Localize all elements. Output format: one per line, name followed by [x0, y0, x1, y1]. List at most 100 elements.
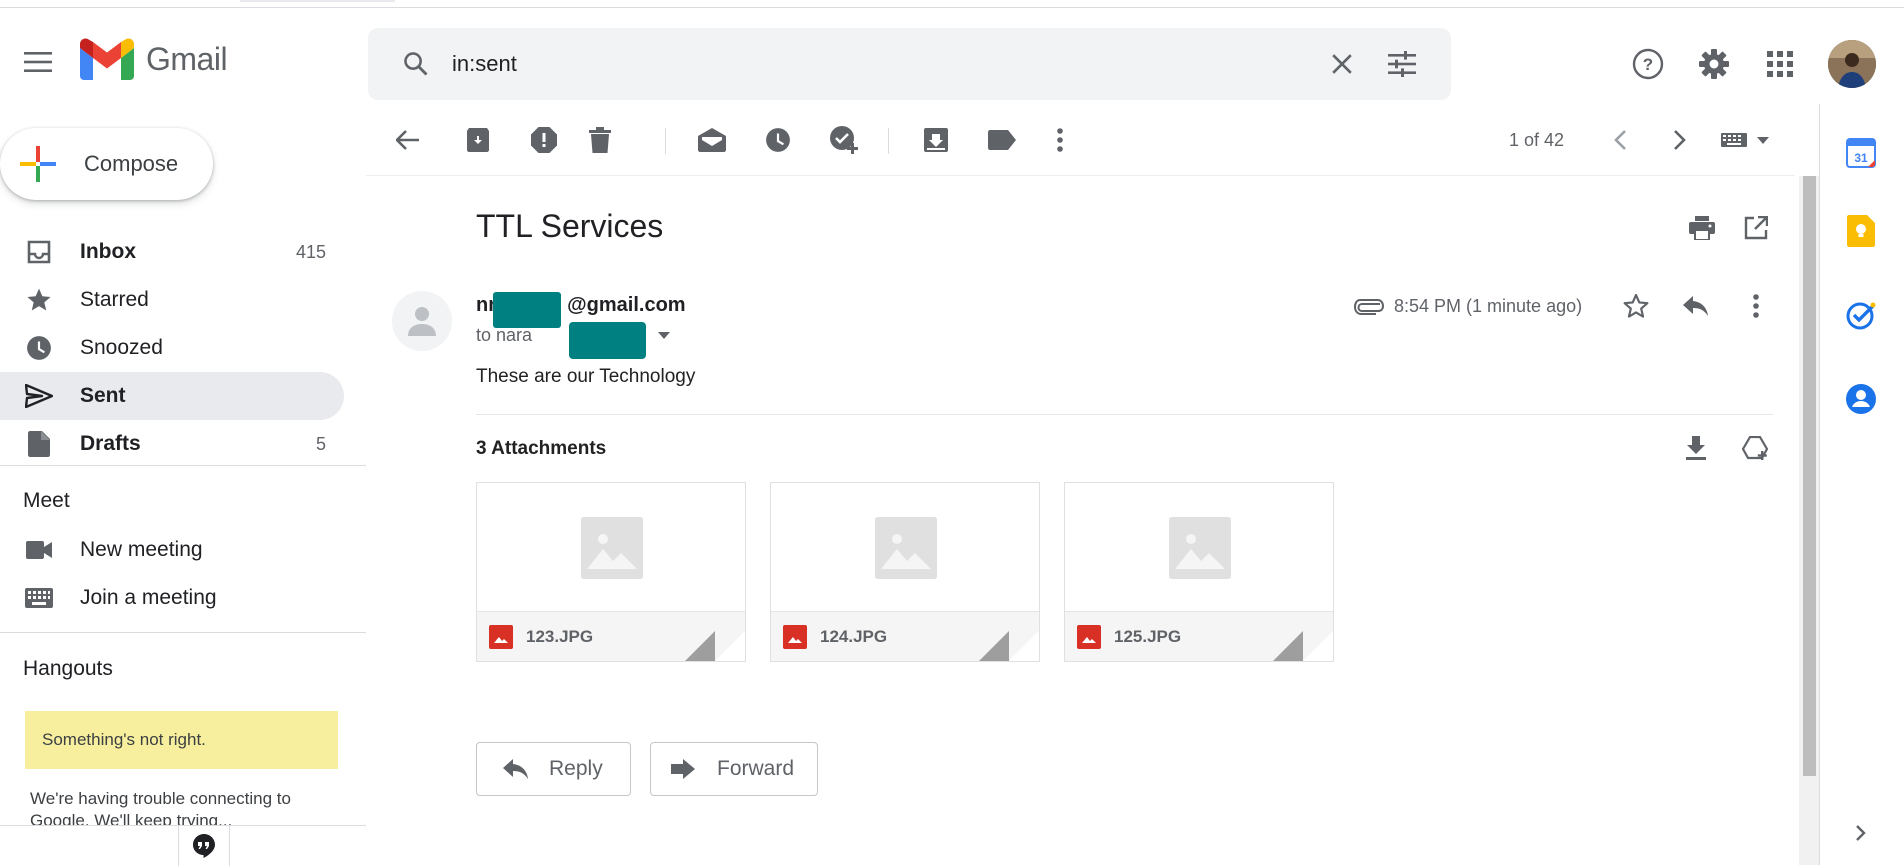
browser-top-strip: [0, 0, 1904, 8]
page-curl: [979, 631, 1009, 661]
back-arrow-icon[interactable]: [384, 116, 432, 164]
nav-item-snoozed[interactable]: Snoozed: [0, 324, 344, 372]
reply-arrow-icon: [503, 756, 529, 782]
reply-arrow-icon[interactable]: [1672, 282, 1720, 330]
attachments-title: 3 Attachments: [476, 438, 607, 459]
forward-arrow-icon: [671, 756, 697, 782]
sender-avatar[interactable]: [392, 291, 452, 351]
redaction-mark: [569, 322, 646, 359]
google-keep-icon[interactable]: [1840, 210, 1882, 252]
add-to-tasks-icon[interactable]: [820, 116, 868, 164]
forward-label: Forward: [717, 757, 795, 780]
image-placeholder-icon: [581, 517, 643, 579]
archive-icon[interactable]: [454, 116, 502, 164]
clock-icon: [24, 333, 54, 363]
attachment-card[interactable]: 123.JPG: [476, 482, 746, 662]
search-icon[interactable]: [392, 40, 440, 88]
compose-label: Compose: [84, 151, 179, 176]
main-menu-icon[interactable]: [14, 38, 62, 86]
scrollbar-thumb[interactable]: [1803, 176, 1816, 776]
video-camera-icon: [24, 535, 54, 565]
page-curl-corner: [715, 631, 745, 661]
hangouts-footer: [0, 825, 366, 866]
keyboard-icon: [24, 583, 54, 613]
image-file-icon: [1077, 625, 1101, 649]
message-body: These are our Technology: [476, 366, 696, 387]
help-icon[interactable]: ?: [1624, 40, 1672, 88]
search-bar: [368, 28, 1451, 100]
nav-label-sent: Sent: [80, 384, 126, 407]
svg-text:?: ?: [1643, 55, 1653, 74]
join-meeting-label: Join a meeting: [80, 586, 217, 609]
compose-button[interactable]: Compose: [0, 128, 213, 200]
toolbar-separator: [665, 128, 666, 154]
recipient-line: to nara: [476, 325, 533, 345]
input-tools-keyboard-icon[interactable]: [1710, 116, 1782, 164]
more-options-icon[interactable]: [1036, 116, 1084, 164]
hangouts-warning-banner: Something's not right.: [25, 711, 338, 769]
google-calendar-icon[interactable]: 31: [1840, 132, 1882, 174]
image-file-icon: [783, 625, 807, 649]
message-toolbar: 1 of 42: [366, 104, 1795, 176]
nav-item-starred[interactable]: Starred: [0, 276, 344, 324]
report-spam-icon[interactable]: [520, 116, 568, 164]
account-avatar[interactable]: [1828, 40, 1876, 88]
redaction-mark: [493, 292, 561, 328]
email-subject: TTL Services: [476, 208, 664, 244]
attachment-card[interactable]: 124.JPG: [770, 482, 1040, 662]
add-to-drive-icon[interactable]: [1732, 424, 1780, 472]
image-file-icon: [489, 625, 513, 649]
gmail-logo[interactable]: Gmail: [80, 38, 228, 80]
attachment-filename: 124.JPG: [820, 627, 888, 646]
message-timestamp: 8:54 PM (1 minute ago): [1394, 296, 1583, 316]
image-placeholder-icon: [875, 517, 937, 579]
reply-button[interactable]: Reply: [476, 742, 631, 796]
nav-item-drafts[interactable]: Drafts 5: [0, 420, 344, 468]
tab-indicator: [240, 0, 395, 2]
print-icon[interactable]: [1678, 204, 1726, 252]
gmail-wordmark: Gmail: [146, 40, 228, 77]
snooze-clock-icon[interactable]: [754, 116, 802, 164]
draft-icon: [24, 429, 54, 459]
google-contacts-icon[interactable]: [1840, 378, 1882, 420]
mark-unread-icon[interactable]: [688, 116, 736, 164]
attachment-filename: 123.JPG: [526, 627, 594, 646]
download-all-icon[interactable]: [1672, 424, 1720, 472]
side-panel: 31: [1819, 104, 1904, 865]
google-tasks-icon[interactable]: [1840, 294, 1882, 336]
send-icon: [24, 381, 54, 411]
nav-label-snoozed: Snoozed: [80, 336, 163, 359]
hangouts-quote-icon[interactable]: [178, 826, 230, 866]
move-to-icon[interactable]: [912, 116, 960, 164]
show-side-panel-chevron-icon[interactable]: [1840, 812, 1882, 854]
join-meeting-item[interactable]: Join a meeting: [0, 574, 366, 622]
open-in-new-window-icon[interactable]: [1732, 204, 1780, 252]
nav-item-sent[interactable]: Sent: [0, 372, 344, 420]
reply-label: Reply: [549, 757, 603, 780]
newer-chevron-left-icon[interactable]: [1596, 116, 1644, 164]
star-message-icon[interactable]: [1612, 282, 1660, 330]
clear-search-icon[interactable]: [1318, 40, 1366, 88]
show-details-caret-icon[interactable]: [652, 326, 676, 346]
delete-trash-icon[interactable]: [576, 116, 624, 164]
nav-item-inbox[interactable]: Inbox 415: [0, 228, 344, 276]
nav-label-drafts: Drafts: [80, 432, 141, 455]
older-chevron-right-icon[interactable]: [1656, 116, 1704, 164]
toolbar-separator: [888, 128, 889, 154]
search-input[interactable]: [452, 42, 1332, 86]
hangouts-error-description: We're having trouble connecting to Googl…: [30, 789, 291, 826]
forward-button[interactable]: Forward: [650, 742, 818, 796]
drafts-count: 5: [315, 433, 326, 454]
label-tag-icon[interactable]: [978, 116, 1026, 164]
attachment-filename-bar: 124.JPG: [771, 611, 1039, 661]
inbox-icon: [24, 237, 54, 267]
compose-plus-icon: [20, 146, 56, 182]
google-apps-icon[interactable]: [1756, 40, 1804, 88]
attachment-card[interactable]: 125.JPG: [1064, 482, 1334, 662]
page-curl-corner: [1303, 631, 1333, 661]
nav-divider: [0, 465, 366, 466]
settings-gear-icon[interactable]: [1690, 40, 1738, 88]
search-options-icon[interactable]: [1378, 40, 1426, 88]
new-meeting-item[interactable]: New meeting: [0, 526, 366, 574]
more-actions-icon[interactable]: [1732, 282, 1780, 330]
